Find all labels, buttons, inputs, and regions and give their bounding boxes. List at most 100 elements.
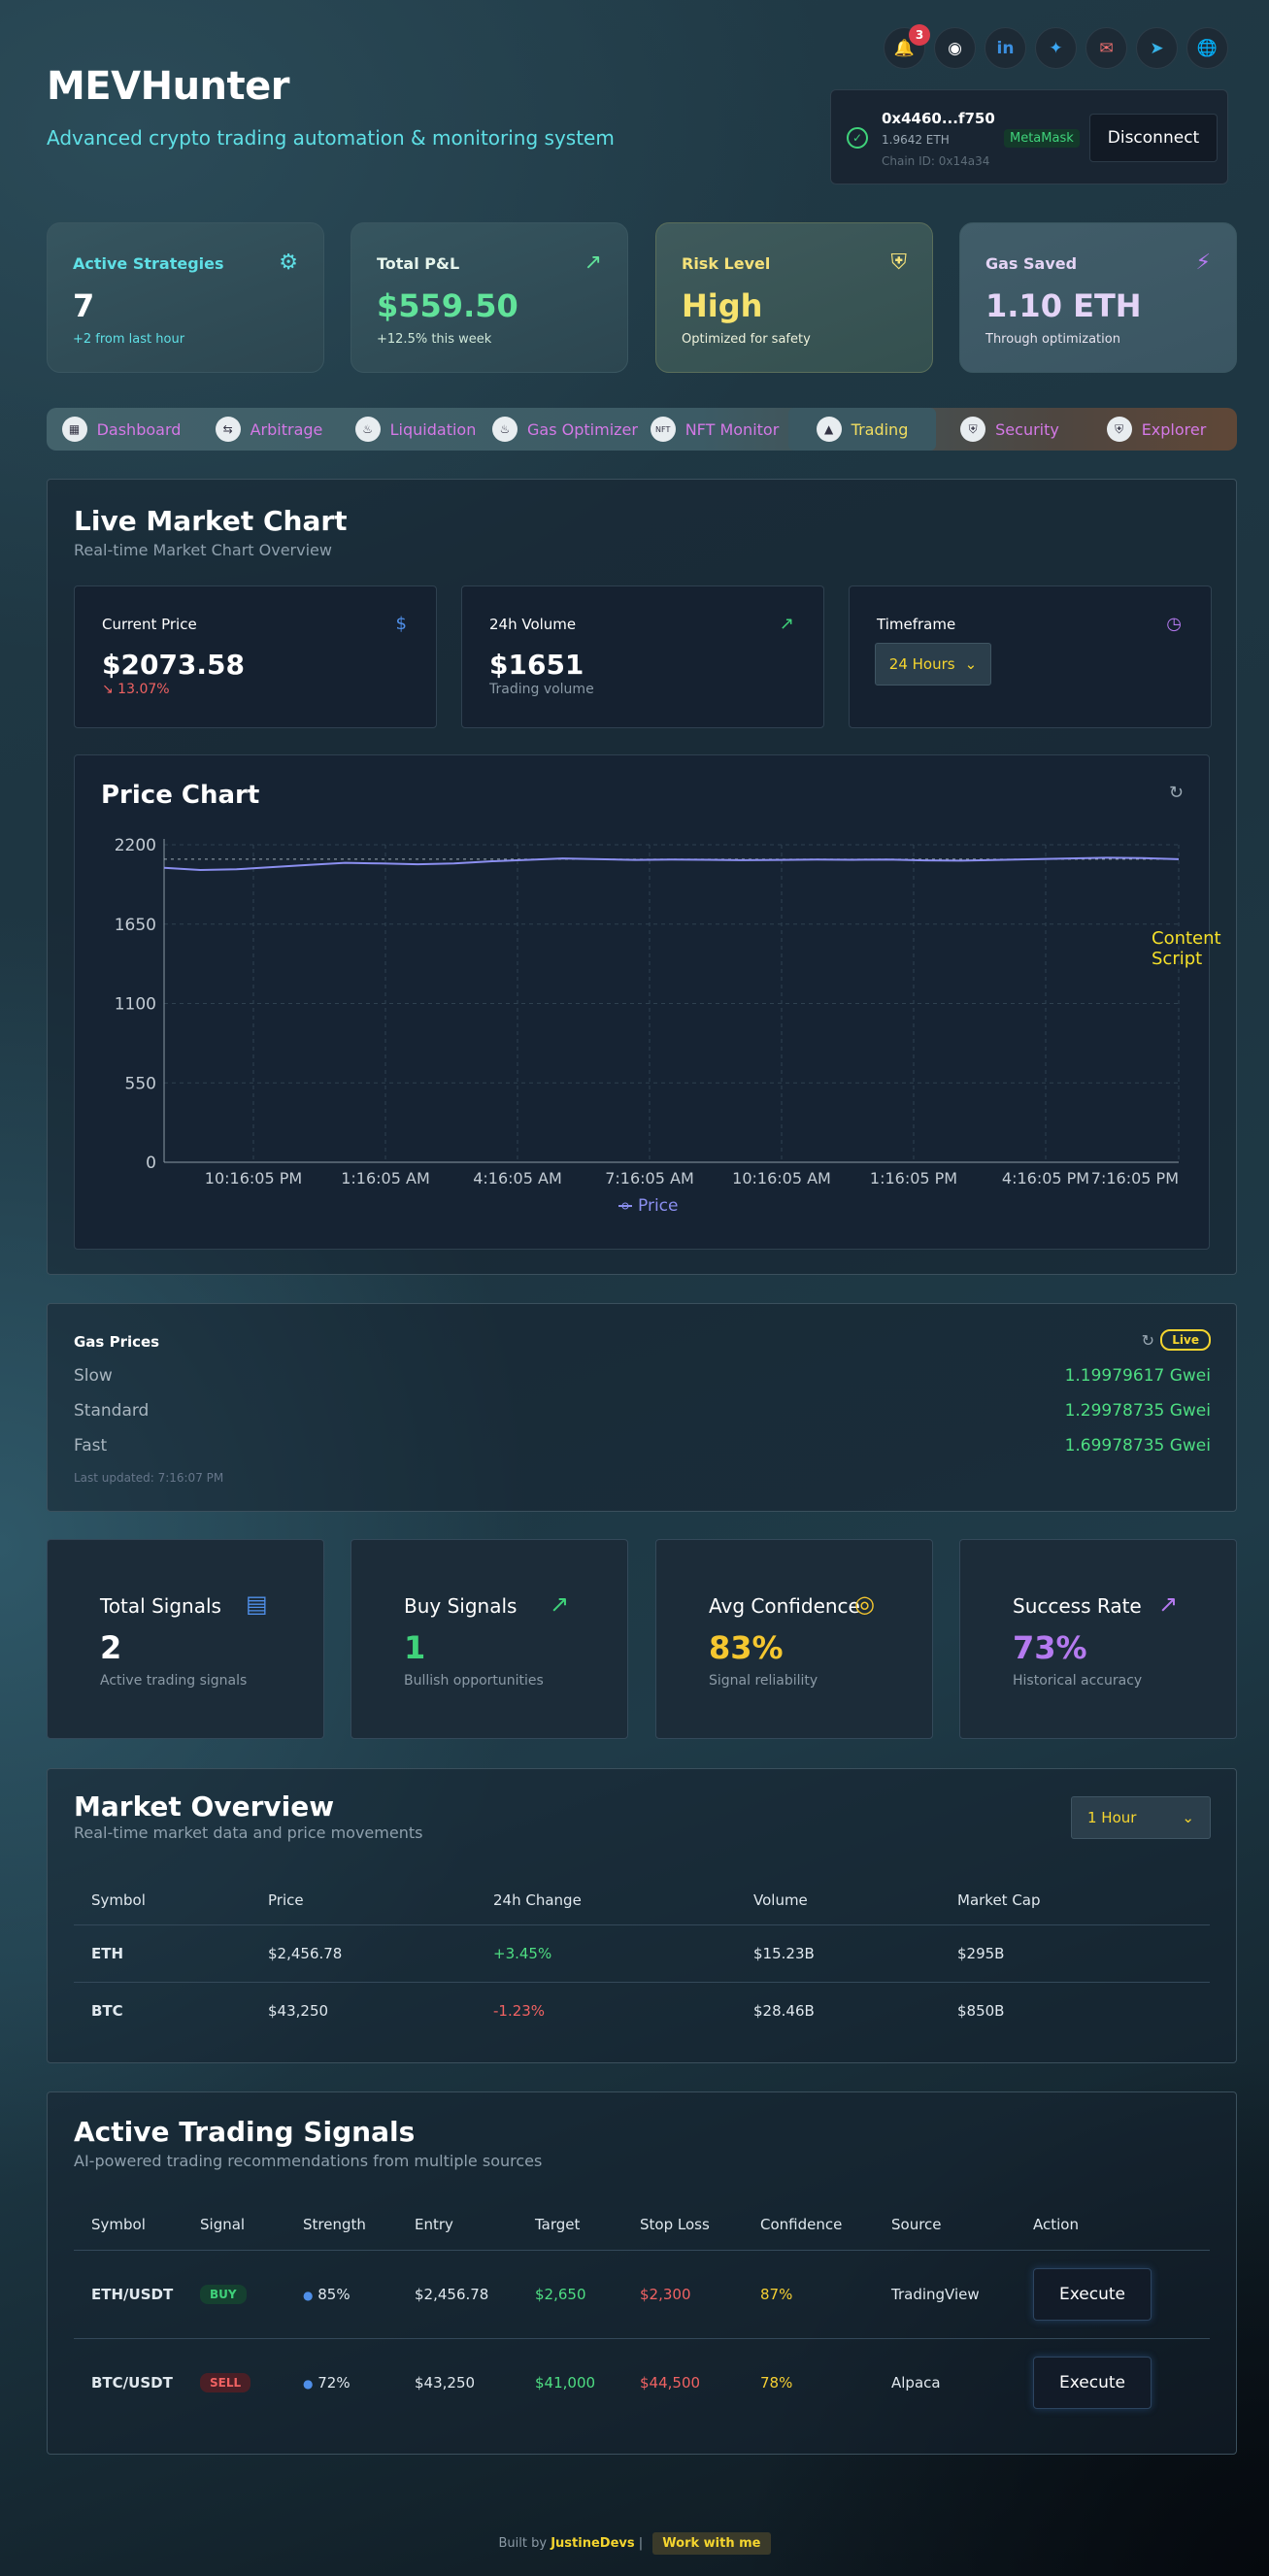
x-tick-label: 7:16:05 AM bbox=[605, 1169, 694, 1188]
cell-target: $2,650 bbox=[535, 2285, 586, 2303]
footer-text: Built by bbox=[498, 2536, 548, 2551]
card-title: Timeframe bbox=[877, 616, 956, 633]
table-header: Symbol Signal Strength Entry Target Stop… bbox=[74, 2199, 1210, 2250]
signal-stat-confidence: Avg Confidence ◎ 83% Signal reliability bbox=[655, 1539, 933, 1739]
interval-select[interactable]: 1 Hour ⌄ bbox=[1071, 1796, 1211, 1839]
explorer-icon: ⛨ bbox=[1106, 417, 1132, 442]
app-root: MEVHunter Advanced crypto trading automa… bbox=[0, 0, 1269, 2576]
signal-stat-title: Total Signals bbox=[100, 1594, 221, 1618]
twitter-icon[interactable]: ✦ bbox=[1035, 27, 1077, 69]
clock-icon: ◷ bbox=[1166, 614, 1182, 634]
timeframe-select[interactable]: 24 Hours ⌄ bbox=[875, 643, 991, 686]
gas-icon: ♨ bbox=[492, 417, 518, 442]
cell-stop-loss: $2,300 bbox=[640, 2285, 691, 2303]
nav-trading[interactable]: ▲ Trading bbox=[788, 408, 936, 451]
current-price: $2073.58 bbox=[102, 649, 246, 681]
cell-symbol: ETH/USDT bbox=[91, 2285, 174, 2303]
x-tick-label: 10:16:05 AM bbox=[732, 1169, 831, 1188]
column-header: Confidence bbox=[760, 2215, 843, 2233]
timeframe-card: Timeframe ◷ 24 Hours ⌄ bbox=[849, 585, 1212, 728]
cell-change: -1.23% bbox=[493, 2001, 546, 2020]
column-header: Strength bbox=[303, 2215, 366, 2233]
signal-stat-total: Total Signals ▤ 2 Active trading signals bbox=[47, 1539, 324, 1739]
github-icon[interactable]: ◉ bbox=[934, 27, 976, 69]
column-header: Symbol bbox=[91, 2215, 146, 2233]
signals-table: Symbol Signal Strength Entry Target Stop… bbox=[74, 2199, 1210, 2426]
nav-dashboard[interactable]: ▦ Dashboard bbox=[47, 408, 196, 451]
execute-button[interactable]: Execute bbox=[1033, 2267, 1152, 2321]
column-header: Volume bbox=[753, 1890, 808, 1909]
content-script-label: Content Script bbox=[1152, 928, 1221, 969]
x-tick-label: 4:16:05 PM bbox=[1002, 1169, 1089, 1188]
nav-explorer[interactable]: ⛨ Explorer bbox=[1084, 408, 1229, 451]
gas-title: Gas Prices bbox=[74, 1333, 160, 1351]
cell-target: $41,000 bbox=[535, 2373, 596, 2392]
table-row[interactable]: ETH $2,456.78 +3.45% $15.23B $295B bbox=[74, 1924, 1210, 1982]
work-with-me-button[interactable]: Work with me bbox=[652, 2532, 771, 2555]
x-tick-label: 10:16:05 PM bbox=[205, 1169, 302, 1188]
panel-subtitle: Real-time market data and price movement… bbox=[74, 1823, 423, 1842]
chevron-down-icon: ⌄ bbox=[964, 655, 978, 673]
stat-sub: Through optimization bbox=[985, 332, 1120, 347]
cell-price: $2,456.78 bbox=[268, 1944, 343, 1962]
price-change: ↘ 13.07% bbox=[102, 682, 170, 697]
column-header: 24h Change bbox=[493, 1890, 582, 1909]
stat-card-total-pnl: Total P&L ↗ $559.50 +12.5% this week bbox=[351, 222, 628, 373]
gas-value: 1.69978735 Gwei bbox=[1064, 1436, 1211, 1455]
stat-sub: +12.5% this week bbox=[377, 332, 492, 347]
signal-stat-title: Avg Confidence bbox=[709, 1594, 860, 1618]
stat-card-gas-saved: Gas Saved ⚡ 1.10 ETH Through optimizatio… bbox=[959, 222, 1237, 373]
trend-up-icon: ↗ bbox=[1158, 1590, 1179, 1618]
column-header: Action bbox=[1033, 2215, 1079, 2233]
refresh-icon[interactable]: ↻ bbox=[1142, 1331, 1154, 1350]
cell-confidence: 87% bbox=[760, 2285, 793, 2303]
wallet-chain: Chain ID: 0x14a34 bbox=[882, 154, 990, 168]
signal-stat-value: 2 bbox=[100, 1629, 122, 1666]
gas-prices-panel: Gas Prices ↻ Live Slow 1.19979617 Gwei S… bbox=[47, 1303, 1237, 1512]
signal-stat-sub: Historical accuracy bbox=[1013, 1673, 1143, 1689]
telegram-icon[interactable]: ➤ bbox=[1136, 27, 1178, 69]
signal-stat-title: Success Rate bbox=[1013, 1594, 1142, 1618]
trend-up-icon: ↗ bbox=[550, 1590, 570, 1618]
disconnect-button[interactable]: Disconnect bbox=[1089, 114, 1218, 162]
author-link[interactable]: JustineDevs bbox=[551, 2536, 634, 2551]
chevron-down-icon: ⌄ bbox=[1182, 1809, 1194, 1826]
mail-icon[interactable]: ✉ bbox=[1085, 27, 1127, 69]
stat-value: $559.50 bbox=[377, 287, 518, 324]
globe-icon[interactable]: 🌐 bbox=[1186, 27, 1228, 69]
nav-security[interactable]: ⛨ Security bbox=[936, 408, 1084, 451]
cell-symbol: ETH bbox=[91, 1944, 124, 1962]
brand: MEVHunter Advanced crypto trading automa… bbox=[47, 64, 615, 150]
notification-badge: 3 bbox=[909, 24, 930, 46]
cell-source: TradingView bbox=[891, 2285, 980, 2303]
y-tick-label: 1650 bbox=[115, 916, 156, 935]
cell-entry: $2,456.78 bbox=[415, 2285, 489, 2303]
arbitrage-icon: ⇆ bbox=[215, 417, 241, 442]
target-icon: ◎ bbox=[854, 1590, 875, 1618]
nav-nft-monitor[interactable]: NFT NFT Monitor bbox=[641, 408, 788, 451]
x-tick-label: 7:16:05 PM bbox=[1091, 1169, 1179, 1188]
wallet-address: 0x4460...f750 bbox=[882, 110, 995, 127]
stat-title: Total P&L bbox=[377, 254, 460, 273]
nav-arbitrage[interactable]: ⇆ Arbitrage bbox=[196, 408, 342, 451]
linkedin-icon[interactable]: in bbox=[985, 27, 1026, 69]
stat-sub: Optimized for safety bbox=[682, 332, 811, 347]
legend-label: Price bbox=[638, 1196, 678, 1216]
stat-sub: +2 from last hour bbox=[73, 332, 185, 347]
bell-icon[interactable]: 🔔 3 bbox=[884, 24, 930, 69]
stat-card-risk-level: Risk Level ⛨ High Optimized for safety bbox=[655, 222, 933, 373]
bolt-icon: ⚡ bbox=[1195, 251, 1211, 275]
panel-title: Active Trading Signals bbox=[74, 2116, 416, 2148]
live-badge: Live bbox=[1160, 1329, 1211, 1351]
gas-label: Slow bbox=[74, 1366, 113, 1386]
cell-symbol: BTC/USDT bbox=[91, 2373, 173, 2392]
nav-gas-optimizer[interactable]: ♨ Gas Optimizer bbox=[489, 408, 641, 451]
nav-liquidation[interactable]: ♨ Liquidation bbox=[342, 408, 489, 451]
execute-button[interactable]: Execute bbox=[1033, 2356, 1152, 2409]
trading-icon: ▲ bbox=[816, 417, 842, 442]
price-chart-card: Price Chart ↻ 0 550 1100 1650 2200 10:16:05 P… bbox=[74, 754, 1210, 1250]
y-tick-label: 0 bbox=[146, 1154, 156, 1173]
volume-value: $1651 bbox=[489, 649, 584, 681]
table-row[interactable]: BTC $43,250 -1.23% $28.46B $850B bbox=[74, 1982, 1210, 2039]
check-circle-icon: ✓ bbox=[847, 127, 868, 149]
